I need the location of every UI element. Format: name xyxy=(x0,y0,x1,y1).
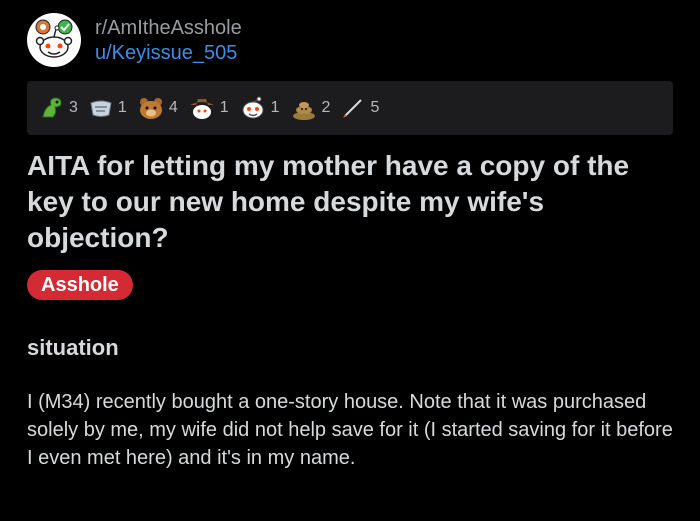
subreddit-avatar-icon[interactable] xyxy=(27,13,81,67)
award-item[interactable]: 1 xyxy=(88,95,127,121)
award-count: 1 xyxy=(117,99,127,116)
award-item[interactable]: 1 xyxy=(239,95,280,121)
award-item[interactable]: 2 xyxy=(290,95,331,121)
post-body-text: I (M34) recently bought a one-story hous… xyxy=(27,391,673,469)
wind-face-award-icon xyxy=(88,95,114,121)
award-item[interactable]: 4 xyxy=(137,95,178,121)
green-dino-award-icon xyxy=(39,95,65,121)
award-count: 1 xyxy=(270,99,280,116)
award-item[interactable]: 5 xyxy=(340,95,379,121)
section-heading: situation xyxy=(27,335,119,360)
award-count: 4 xyxy=(168,99,178,116)
subreddit-name[interactable]: r/AmItheAsshole xyxy=(95,17,242,39)
award-count: 1 xyxy=(219,99,229,116)
award-count: 2 xyxy=(321,99,331,116)
award-count: 3 xyxy=(69,99,78,116)
cowboy-snoo-award-icon xyxy=(188,95,216,121)
post-flair-badge[interactable]: Asshole xyxy=(27,270,133,300)
poop-award-icon xyxy=(290,95,318,121)
award-count: 5 xyxy=(370,99,380,116)
snoo-face-award-icon xyxy=(239,95,267,121)
pen-award-icon xyxy=(340,95,366,121)
award-item[interactable]: 3 xyxy=(39,95,78,121)
award-item[interactable]: 1 xyxy=(188,95,229,121)
post-title: AITA for letting my mother have a copy o… xyxy=(27,150,630,253)
author-username[interactable]: u/Keyissue_505 xyxy=(95,42,242,64)
awards-bar[interactable]: 3 1 4 1 1 2 5 xyxy=(27,81,673,135)
bear-award-icon xyxy=(137,95,165,121)
post-meta: r/AmItheAsshole u/Keyissue_505 xyxy=(95,17,242,64)
post-header: r/AmItheAsshole u/Keyissue_505 xyxy=(27,12,242,68)
